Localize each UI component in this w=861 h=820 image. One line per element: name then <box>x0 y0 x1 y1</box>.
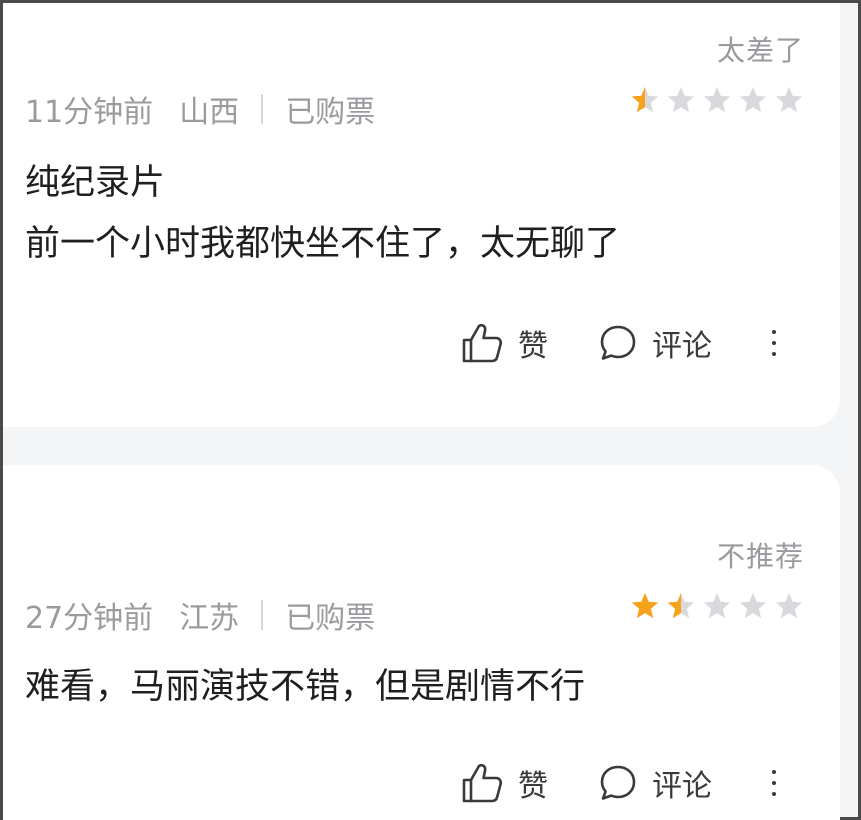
review-line: 纯纪录片 <box>25 163 166 203</box>
review-meta: 11分钟前 山西 已购票 <box>25 87 375 131</box>
star-empty-icon <box>703 86 731 113</box>
review-card: 不推荐 27分钟前 江苏 已购票 难看，马丽演技不错，但是剧情不行 赞 评论 <box>3 465 840 820</box>
review-line: 前一个小时我都快坐不住了，太无聊了 <box>25 224 621 264</box>
review-region: 江苏 <box>179 601 240 636</box>
review-time: 11分钟前 <box>25 95 154 130</box>
star-empty-icon <box>775 86 803 113</box>
star-rating <box>630 85 804 115</box>
star-empty-icon <box>703 592 731 619</box>
review-meta: 27分钟前 江苏 已购票 <box>25 593 375 637</box>
star-empty-icon <box>667 86 695 113</box>
like-label: 赞 <box>518 329 548 364</box>
review-region: 山西 <box>179 95 240 130</box>
star-half-icon <box>667 592 695 619</box>
rating-verdict: 不推荐 <box>716 540 804 573</box>
comment-button[interactable]: 评论 <box>598 321 712 365</box>
star-rating <box>630 591 804 621</box>
more-options-button[interactable] <box>764 330 784 356</box>
dot-icon <box>772 352 776 356</box>
more-options-button[interactable] <box>764 770 784 796</box>
dot-icon <box>772 330 776 334</box>
review-card: 太差了 11分钟前 山西 已购票 纯纪录片 前一个小时我都快坐不住了，太无聊了 … <box>3 3 840 427</box>
dot-icon <box>772 792 776 796</box>
meta-divider <box>261 94 264 124</box>
purchase-badge: 已购票 <box>285 95 376 130</box>
meta-divider <box>261 600 264 630</box>
comment-bubble-icon <box>600 325 636 360</box>
dot-icon <box>772 341 776 345</box>
comment-label: 评论 <box>652 329 712 364</box>
thumbs-up-icon <box>462 323 503 363</box>
star-empty-icon <box>739 86 767 113</box>
dot-icon <box>772 781 776 785</box>
review-time: 27分钟前 <box>25 601 154 636</box>
review-content: 纯纪录片 前一个小时我都快坐不住了，太无聊了 <box>25 153 800 275</box>
like-label: 赞 <box>518 769 548 804</box>
like-button[interactable]: 赞 <box>460 321 548 365</box>
star-half-icon <box>631 86 659 113</box>
rating-verdict: 太差了 <box>716 34 804 67</box>
star-empty-icon <box>739 592 767 619</box>
star-filled-icon <box>631 592 659 619</box>
review-content: 难看，马丽演技不错，但是剧情不行 <box>25 657 800 718</box>
comment-bubble-icon <box>600 765 636 800</box>
review-actions: 赞 评论 <box>460 761 784 805</box>
star-empty-icon <box>775 592 803 619</box>
comment-button[interactable]: 评论 <box>598 761 712 805</box>
purchase-badge: 已购票 <box>285 601 376 636</box>
review-line: 难看，马丽演技不错，但是剧情不行 <box>25 667 586 707</box>
thumbs-up-icon <box>462 763 503 803</box>
dot-icon <box>772 770 776 774</box>
review-actions: 赞 评论 <box>460 321 784 365</box>
like-button[interactable]: 赞 <box>460 761 548 805</box>
comment-label: 评论 <box>652 769 712 804</box>
